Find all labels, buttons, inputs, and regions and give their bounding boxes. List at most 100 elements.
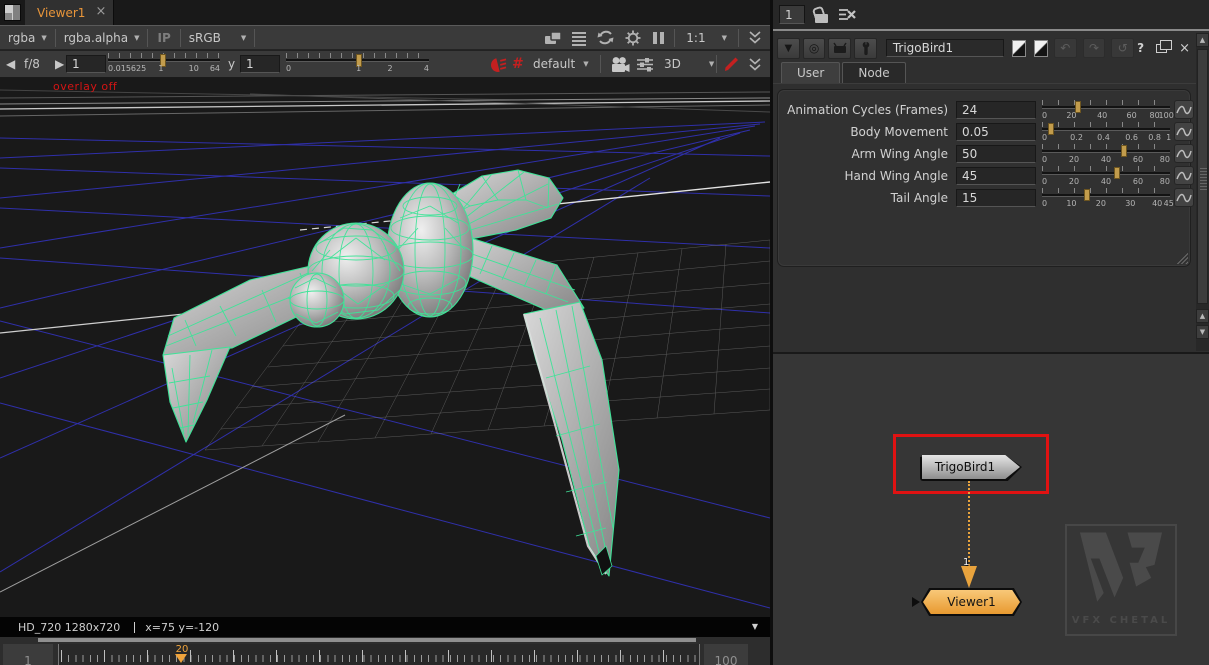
lut-dropdown[interactable]: default ▼: [533, 51, 589, 77]
curve-editor-button[interactable]: [1174, 188, 1194, 207]
scrollbar-thumb[interactable]: [1197, 49, 1208, 304]
slider-handle[interactable]: [1084, 189, 1090, 201]
properties-tabs: User Node: [781, 62, 908, 83]
help-button[interactable]: ?: [1137, 41, 1144, 55]
timeline-right-box[interactable]: 100: [704, 644, 748, 665]
curve-editor-button[interactable]: [1174, 100, 1194, 119]
param-slider[interactable]: 0 20 40 60 80 100: [1042, 100, 1170, 122]
close-all-panels-icon[interactable]: [838, 7, 856, 22]
param-value-input[interactable]: 50: [956, 145, 1036, 163]
param-slider[interactable]: 0 20 40 60 80: [1042, 144, 1170, 166]
refresh-icon[interactable]: [596, 29, 615, 46]
input-process-button[interactable]: IP: [148, 31, 179, 45]
gain-slider[interactable]: 0.015625 1 10 64: [108, 52, 220, 76]
properties-toolbar: 1: [773, 0, 1209, 31]
pointer-coordinates: x=75 y=-120: [145, 621, 219, 634]
param-label: Hand Wing Angle: [784, 169, 948, 183]
roi-gear-icon[interactable]: [624, 29, 642, 47]
param-row: Arm Wing Angle 50 0 20 40 60 80: [778, 144, 1190, 166]
close-panel-icon[interactable]: ×: [1179, 41, 1190, 56]
scroll-up-icon[interactable]: ▲: [1196, 309, 1209, 323]
colorspace-dropdown[interactable]: sRGB ▼: [181, 26, 255, 49]
hide-input-icon[interactable]: [828, 38, 851, 59]
scroll-up-icon[interactable]: ▲: [1196, 33, 1209, 47]
curve-editor-button[interactable]: [1174, 166, 1194, 185]
node-connection[interactable]: [968, 481, 970, 569]
param-row: Animation Cycles (Frames) 24 0 20 40 60 …: [778, 100, 1190, 122]
node-name-input[interactable]: TrigoBird1: [886, 39, 1005, 57]
properties-stack-count[interactable]: 1: [779, 5, 805, 24]
tab-user[interactable]: User: [781, 62, 840, 83]
param-value-input[interactable]: 45: [956, 167, 1036, 185]
timeline-scroll-strip[interactable]: [38, 638, 696, 642]
monitor-out-icon[interactable]: [544, 30, 562, 46]
tabs-divider: [773, 83, 1196, 84]
chevron-down-icon[interactable]: ▼: [752, 622, 758, 631]
viewer-toolbar-top: rgba ▼ rgba.alpha ▼ IP sRGB ▼: [0, 25, 770, 50]
redo-button[interactable]: ↷: [1083, 38, 1106, 58]
gain-active-icon[interactable]: [488, 51, 507, 77]
node-trigobird1[interactable]: TrigoBird1: [922, 455, 1020, 479]
3d-viewport[interactable]: overlay off: [0, 78, 770, 617]
chevron-down-icon: ▼: [583, 60, 588, 68]
fstop-next-button[interactable]: ▶: [55, 51, 64, 77]
node-properties-header: ▼ ◎ TrigoBird1 ↶ ↷ ↺ ? ×: [773, 35, 1196, 61]
slider-handle[interactable]: [1048, 123, 1054, 135]
playhead-marker[interactable]: [175, 654, 187, 663]
center-in-nodegraph-icon[interactable]: ◎: [803, 38, 826, 59]
tab-title: Viewer1: [37, 6, 85, 20]
gamma-input[interactable]: 1: [240, 55, 280, 73]
param-value-input[interactable]: 0.05: [956, 123, 1036, 141]
gamma-label: y: [228, 51, 235, 77]
param-slider[interactable]: 0 10 20 30 40 45: [1042, 188, 1170, 210]
layer-dropdown[interactable]: rgba.alpha ▼: [56, 26, 148, 49]
properties-scrollbar[interactable]: ▲ ▲ ▼: [1196, 33, 1209, 351]
param-slider[interactable]: 0 0.2 0.4 0.6 0.8 1: [1042, 122, 1170, 144]
timeline-ruler[interactable]: 20: [58, 644, 700, 665]
pane-layout-icon[interactable]: [4, 4, 21, 21]
tab-node[interactable]: Node: [842, 62, 905, 83]
revert-button[interactable]: ↺: [1111, 38, 1134, 58]
curve-editor-button[interactable]: [1174, 122, 1194, 141]
float-panel-icon[interactable]: [1156, 44, 1167, 53]
curve-editor-button[interactable]: [1174, 144, 1194, 163]
zoom-ratio-dropdown[interactable]: 1:1 ▼: [684, 31, 729, 45]
camera-icon[interactable]: [610, 51, 630, 77]
param-value-input[interactable]: 24: [956, 101, 1036, 119]
scroll-down-icon[interactable]: ▼: [1196, 325, 1209, 339]
node-graph[interactable]: TrigoBird1 1 Viewer1 VFX CHETAL: [773, 352, 1209, 665]
param-slider[interactable]: 0 20 40 60 80: [1042, 166, 1170, 188]
first-frame-box[interactable]: 1: [3, 644, 53, 665]
group-resize-grip[interactable]: [1176, 252, 1188, 264]
tab-close-icon[interactable]: ×: [96, 4, 107, 19]
viewer-info-bar: HD_720 1280x720 x=75 y=-120 ▼: [0, 617, 770, 637]
tab-viewer1[interactable]: Viewer1 ×: [25, 0, 114, 25]
node-viewer1[interactable]: Viewer1: [923, 590, 1020, 614]
channels-dropdown[interactable]: rgba ▼: [0, 26, 55, 49]
chevron-down-icon: ▼: [41, 34, 46, 42]
wipe-controls-icon[interactable]: [636, 51, 654, 77]
gamma-slider[interactable]: 0 1 2 4: [286, 52, 429, 76]
panel-color-swatch[interactable]: [1034, 40, 1048, 57]
node-color-swatch[interactable]: [1012, 40, 1026, 57]
slider-handle[interactable]: [1114, 167, 1120, 179]
fstop-label[interactable]: f/8: [24, 51, 40, 77]
fstop-prev-button[interactable]: ◀: [6, 51, 15, 77]
padlock-open-icon[interactable]: [815, 14, 828, 23]
view-mode-dropdown[interactable]: 3D ▼: [664, 51, 714, 77]
annotation-pen-icon[interactable]: [724, 51, 739, 77]
wrench-icon[interactable]: [854, 38, 877, 59]
slider-handle[interactable]: [1121, 145, 1127, 157]
viewer-input-connector[interactable]: [912, 597, 920, 607]
node-color-dropdown[interactable]: ▼: [777, 38, 800, 59]
collapse-chevrons-icon[interactable]: [748, 51, 762, 77]
safe-zones-icon[interactable]: #: [512, 51, 524, 77]
param-row: Hand Wing Angle 45 0 20 40 60 80: [778, 166, 1190, 188]
separator: [738, 29, 739, 47]
proxy-lines-icon[interactable]: [571, 30, 587, 46]
undo-button[interactable]: ↶: [1054, 38, 1077, 58]
gain-input[interactable]: 1: [66, 55, 106, 73]
collapse-chevrons-icon[interactable]: [748, 30, 762, 45]
pause-icon[interactable]: [651, 32, 665, 44]
param-value-input[interactable]: 15: [956, 189, 1036, 207]
